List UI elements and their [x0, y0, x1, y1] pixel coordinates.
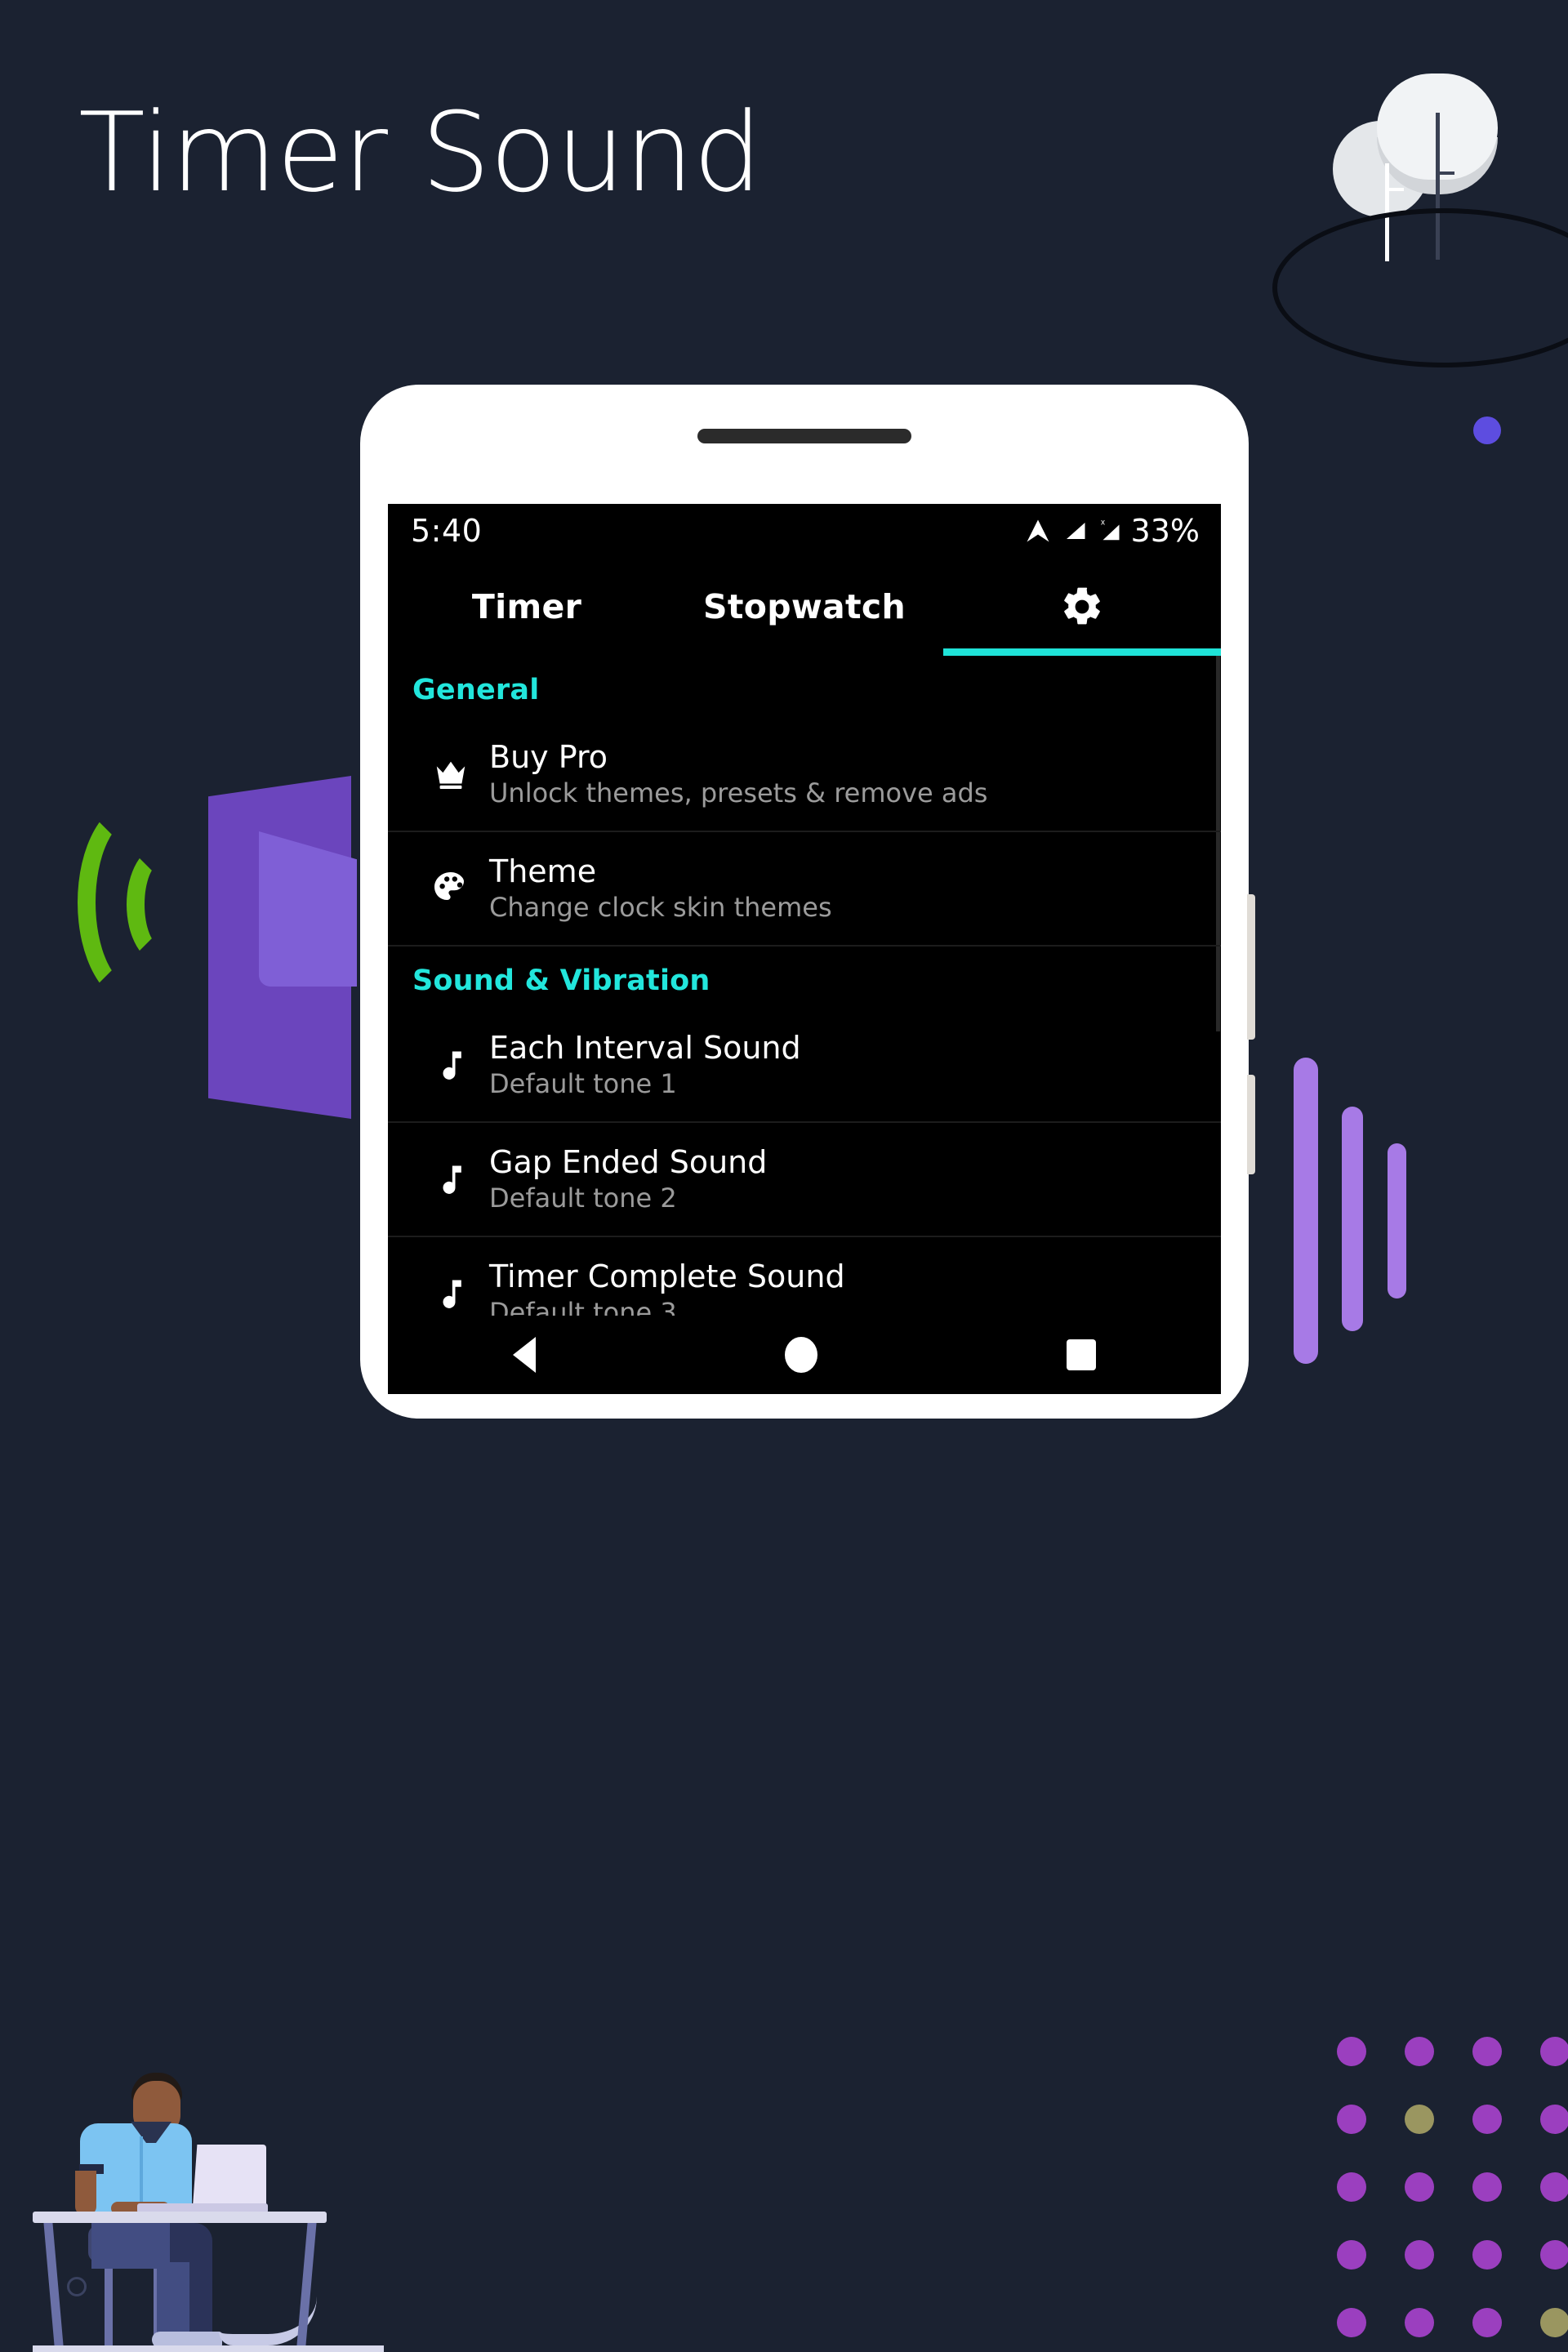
laptop-screen-icon	[193, 2145, 266, 2207]
grid-dot-11	[1472, 2172, 1502, 2202]
gear-icon	[1059, 584, 1105, 630]
settings-list[interactable]: General Buy Pro Unlock themes, presets & r…	[388, 656, 1221, 1394]
settings-row-text: Gap Ended Sound Default tone 2	[489, 1145, 1196, 1214]
dot-grid-decoration	[1317, 2017, 1568, 2352]
tab-bar: Timer Stopwatch	[388, 558, 1221, 656]
settings-row-title: Buy Pro	[489, 738, 608, 775]
volume-button[interactable]	[1247, 894, 1255, 1040]
status-bar-icons: x 33%	[1023, 513, 1200, 549]
settings-row-gap-ended-sound[interactable]: Gap Ended Sound Default tone 2	[388, 1123, 1221, 1237]
signal-no-sim-icon: x	[1097, 517, 1121, 545]
settings-row-subtitle: Default tone 2	[489, 1183, 677, 1214]
settings-row-text: Buy Pro Unlock themes, presets & remove a…	[489, 740, 1196, 808]
grid-dot-3	[1472, 2036, 1502, 2066]
phone-mockup: 5:40 x 33% Timer Stopwatch General Buy P…	[360, 385, 1255, 1419]
person-arm-icon	[75, 2171, 96, 2215]
grid-dot-10	[1404, 2172, 1434, 2202]
music-note-icon	[412, 1045, 489, 1085]
grid-dot-2	[1404, 2036, 1434, 2066]
settings-row-title: Each Interval Sound	[489, 1029, 801, 1066]
back-triangle-icon[interactable]	[512, 1337, 536, 1373]
crown-icon	[412, 755, 489, 793]
tree-branch-left-icon	[1389, 188, 1404, 191]
phone-screen: 5:40 x 33% Timer Stopwatch General Buy P…	[388, 504, 1221, 1394]
settings-row-title: Gap Ended Sound	[489, 1143, 768, 1180]
music-note-icon	[412, 1274, 489, 1313]
person-shirt-placket-icon	[140, 2136, 143, 2212]
speaker-decoration	[208, 776, 363, 1119]
settings-row-title: Timer Complete Sound	[489, 1258, 845, 1294]
grid-dot-5	[1336, 2104, 1366, 2134]
desk-top-icon	[33, 2212, 327, 2223]
grid-dot-20	[1539, 2307, 1568, 2337]
wifi-icon	[1023, 516, 1053, 546]
android-nav-bar	[388, 1316, 1221, 1394]
person-at-desk-illustration	[33, 1993, 384, 2352]
recents-square-icon[interactable]	[1067, 1339, 1097, 1370]
equalizer-bar-2	[1342, 1107, 1363, 1331]
desk-leg-left-icon	[43, 2223, 64, 2345]
equalizer-bar-3	[1388, 1143, 1406, 1298]
settings-row-subtitle: Unlock themes, presets & remove ads	[489, 777, 988, 809]
status-bar-battery: 33%	[1130, 513, 1200, 549]
equalizer-bar-1	[1294, 1058, 1318, 1364]
orbit-dot-decoration	[1473, 416, 1501, 444]
svg-text:x: x	[1101, 519, 1105, 528]
grid-dot-9	[1336, 2172, 1366, 2202]
grid-dot-8	[1539, 2104, 1568, 2134]
grid-dot-18	[1404, 2307, 1434, 2337]
settings-row-text: Each Interval Sound Default tone 1	[489, 1031, 1196, 1099]
settings-row-subtitle: Default tone 1	[489, 1068, 677, 1100]
settings-row-subtitle: Change clock skin themes	[489, 892, 832, 924]
tab-active-indicator	[943, 648, 1221, 656]
section-header-sound-vibration: Sound & Vibration	[412, 964, 710, 997]
tab-settings[interactable]	[943, 584, 1221, 630]
signal-bars-icon	[1062, 517, 1087, 545]
tab-stopwatch[interactable]: Stopwatch	[666, 587, 943, 626]
grid-dot-17	[1336, 2307, 1366, 2337]
poster-canvas: Timer Sound 5:40 x 33% Timer Stopwatch G…	[0, 0, 1568, 2352]
status-bar-time: 5:40	[411, 513, 483, 549]
grid-dot-16	[1539, 2239, 1568, 2270]
settings-row-title: Theme	[489, 853, 597, 889]
grid-dot-4	[1539, 2036, 1568, 2066]
ring-decoration-icon	[67, 2277, 87, 2296]
power-button[interactable]	[1247, 1075, 1255, 1174]
music-note-icon	[412, 1160, 489, 1199]
desk-leg-right-icon	[296, 2223, 317, 2345]
grid-dot-1	[1336, 2036, 1366, 2066]
sound-wave-inner-icon	[127, 845, 196, 964]
settings-row-theme[interactable]: Theme Change clock skin themes	[388, 832, 1221, 947]
settings-row-text: Theme Change clock skin themes	[489, 854, 1196, 923]
grid-dot-15	[1472, 2239, 1502, 2270]
palette-icon	[412, 869, 489, 908]
tree-branch-right-icon	[1440, 172, 1454, 175]
grid-dot-14	[1404, 2239, 1434, 2270]
status-bar: 5:40 x 33%	[388, 504, 1221, 558]
grid-dot-6	[1404, 2104, 1434, 2134]
settings-row-buy-pro[interactable]: Buy Pro Unlock themes, presets & remove a…	[388, 718, 1221, 832]
floor-line-icon	[33, 2345, 384, 2352]
grid-dot-7	[1472, 2104, 1502, 2134]
section-header-general: General	[412, 674, 540, 706]
page-title: Timer Sound	[78, 89, 763, 216]
home-circle-icon[interactable]	[784, 1337, 817, 1373]
settings-row-each-interval-sound[interactable]: Each Interval Sound Default tone 1	[388, 1009, 1221, 1123]
tab-timer[interactable]: Timer	[388, 587, 666, 626]
grid-dot-12	[1539, 2172, 1568, 2202]
grid-dot-13	[1336, 2239, 1366, 2270]
earpiece-speaker-icon	[697, 429, 911, 443]
grid-dot-19	[1472, 2307, 1502, 2337]
chair-leg-a-icon	[105, 2262, 113, 2348]
